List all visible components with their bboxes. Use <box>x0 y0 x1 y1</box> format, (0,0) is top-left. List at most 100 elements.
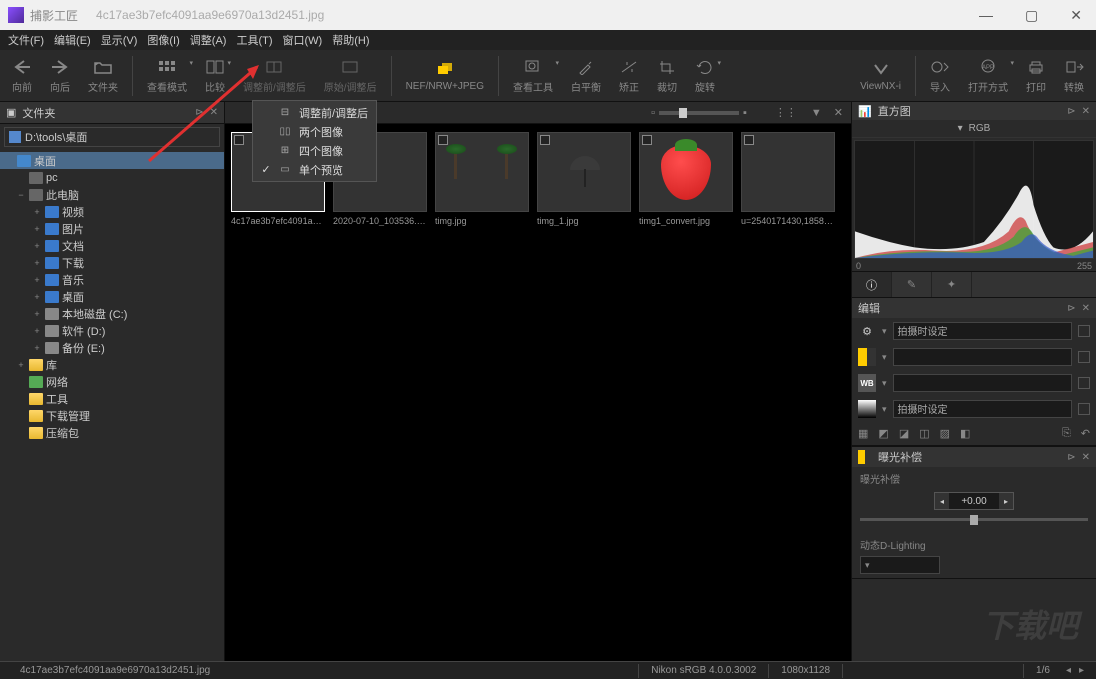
close-button[interactable]: ✕ <box>1064 7 1088 24</box>
menu-help[interactable]: 帮助(H) <box>332 32 369 48</box>
collapse-edit-button[interactable]: ⊳ <box>1067 303 1075 314</box>
tab-edit[interactable]: ✎ <box>892 272 932 297</box>
prev-page-button[interactable]: ◂ <box>1066 665 1071 676</box>
chevron-down-icon[interactable]: ▾ <box>882 404 887 415</box>
dropdown-item[interactable]: ✓▭单个预览 <box>253 160 376 179</box>
expand-icon[interactable]: − <box>16 190 26 200</box>
tree-row[interactable]: +本地磁盘 (C:) <box>0 305 224 322</box>
nef-button[interactable]: NEF/NRW+JPEG <box>398 57 492 94</box>
tool-icon-6[interactable]: ◧ <box>960 427 970 440</box>
expand-icon[interactable]: + <box>32 326 42 336</box>
stepper-down-button[interactable]: ◂ <box>935 493 949 509</box>
thumb-checkbox[interactable] <box>642 135 652 145</box>
picture-select[interactable]: 拍摄时设定 <box>893 400 1072 418</box>
checkbox[interactable] <box>1078 377 1090 389</box>
path-bar[interactable]: D:\tools\桌面 <box>4 127 220 147</box>
tree-row[interactable]: 工具 <box>0 390 224 407</box>
rgb-selector[interactable]: ▾ RGB <box>852 120 1096 138</box>
view-mode-button[interactable]: 查看模式 ▾ <box>139 55 195 96</box>
tree-row[interactable]: pc <box>0 169 224 186</box>
thumb-checkbox[interactable] <box>438 135 448 145</box>
whitebalance-button[interactable]: 白平衡 <box>563 55 609 96</box>
menu-tools[interactable]: 工具(T) <box>236 32 272 48</box>
tool-icon-4[interactable]: ◫ <box>919 427 929 440</box>
menu-edit[interactable]: 编辑(E) <box>54 32 91 48</box>
thumb-size-slider[interactable] <box>659 111 739 115</box>
rotate-button[interactable]: 旋转 ▾ <box>687 55 723 96</box>
sort-icon[interactable]: ⋮⋮ <box>775 106 797 119</box>
tree-row[interactable]: +音乐 <box>0 271 224 288</box>
close-sidebar-button[interactable]: ✕ <box>210 107 218 118</box>
copy-icon[interactable]: ⎘ <box>1062 427 1071 440</box>
wb-select[interactable] <box>893 374 1072 392</box>
menu-view[interactable]: 显示(V) <box>101 32 138 48</box>
import-button[interactable]: 导入 <box>922 55 958 96</box>
tree-row[interactable]: +软件 (D:) <box>0 322 224 339</box>
checkbox[interactable] <box>1078 403 1090 415</box>
thumb-checkbox[interactable] <box>540 135 550 145</box>
view-tool-button[interactable]: 查看工具 ▾ <box>505 55 561 96</box>
compare-button[interactable]: 比较 ▾ <box>197 55 233 96</box>
close-histo-button[interactable]: ✕ <box>1082 106 1090 117</box>
tree-row[interactable]: +桌面 <box>0 288 224 305</box>
tree-row[interactable]: +视频 <box>0 203 224 220</box>
forward-button[interactable]: 向后 <box>42 55 78 96</box>
thumb-checkbox[interactable] <box>234 135 244 145</box>
tree-row[interactable]: 网络 <box>0 373 224 390</box>
back-button[interactable]: 向前 <box>4 55 40 96</box>
chevron-down-icon[interactable]: ▾ <box>882 326 887 337</box>
close-exposure-button[interactable]: ✕ <box>1082 452 1090 463</box>
viewnx-button[interactable]: ViewNX-i <box>852 57 909 94</box>
exposure-select[interactable] <box>893 348 1072 366</box>
tree-row[interactable]: 压缩包 <box>0 424 224 441</box>
open-mode-button[interactable]: APP 打开方式 ▾ <box>960 55 1016 96</box>
tree-row[interactable]: +文档 <box>0 237 224 254</box>
expand-icon[interactable]: + <box>32 207 42 217</box>
tree-row[interactable]: −此电脑 <box>0 186 224 203</box>
tree-row[interactable]: +图片 <box>0 220 224 237</box>
collapse-sidebar-button[interactable]: ⊳ <box>195 107 203 118</box>
tree-row[interactable]: +下载 <box>0 254 224 271</box>
tool-icon-1[interactable]: ▦ <box>858 427 868 440</box>
setting-select[interactable]: 拍摄时设定 <box>893 322 1072 340</box>
collapse-exposure-button[interactable]: ⊳ <box>1067 452 1075 463</box>
exposure-stepper[interactable]: ◂ +0.00 ▸ <box>934 492 1014 510</box>
tool-icon-3[interactable]: ◪ <box>899 427 909 440</box>
maximize-button[interactable]: ▢ <box>1019 7 1044 24</box>
filter-button[interactable]: ▼ <box>811 107 822 119</box>
minimize-button[interactable]: — <box>973 7 999 24</box>
tree-row[interactable]: +备份 (E:) <box>0 339 224 356</box>
print-button[interactable]: 打印 <box>1018 55 1054 96</box>
thumbnail[interactable]: u=2540171430,18589162... <box>741 132 835 226</box>
crop-button[interactable]: 裁切 <box>649 55 685 96</box>
tree-row[interactable]: 下载管理 <box>0 407 224 424</box>
zoom-in-icon[interactable]: ▪ <box>743 107 747 119</box>
menu-file[interactable]: 文件(F) <box>8 32 44 48</box>
tree-row[interactable]: 桌面 <box>0 152 224 169</box>
thumbnail[interactable]: timg1_convert.jpg <box>639 132 733 226</box>
dropdown-item[interactable]: ⊟调整前/调整后 <box>253 103 376 122</box>
undo-icon[interactable]: ↶ <box>1081 427 1090 440</box>
correct-button[interactable]: 矫正 <box>611 55 647 96</box>
zoom-out-icon[interactable]: ▫ <box>651 107 655 119</box>
thumbnail[interactable]: timg_1.jpg <box>537 132 631 226</box>
thumb-checkbox[interactable] <box>744 135 754 145</box>
original-button[interactable]: 原始/调整后 <box>316 55 385 96</box>
expand-icon[interactable]: + <box>32 309 42 319</box>
folder-button[interactable]: 文件夹 <box>80 55 126 96</box>
tab-effects[interactable]: ✦ <box>932 272 972 297</box>
tool-icon-5[interactable]: ▨ <box>940 427 950 440</box>
tool-icon-2[interactable]: ◩ <box>878 427 888 440</box>
menu-image[interactable]: 图像(I) <box>147 32 179 48</box>
close-edit-button[interactable]: ✕ <box>1082 303 1090 314</box>
expand-icon[interactable]: + <box>32 343 42 353</box>
thumbnail[interactable]: timg.jpg <box>435 132 529 226</box>
chevron-down-icon[interactable]: ▾ <box>882 352 887 363</box>
chevron-down-icon[interactable]: ▾ <box>882 378 887 389</box>
dropdown-item[interactable]: ⊞四个图像 <box>253 141 376 160</box>
export-button[interactable]: 转换 <box>1056 55 1092 96</box>
expand-icon[interactable]: + <box>16 360 26 370</box>
expand-icon[interactable]: + <box>32 292 42 302</box>
checkbox[interactable] <box>1078 351 1090 363</box>
checkbox[interactable] <box>1078 325 1090 337</box>
